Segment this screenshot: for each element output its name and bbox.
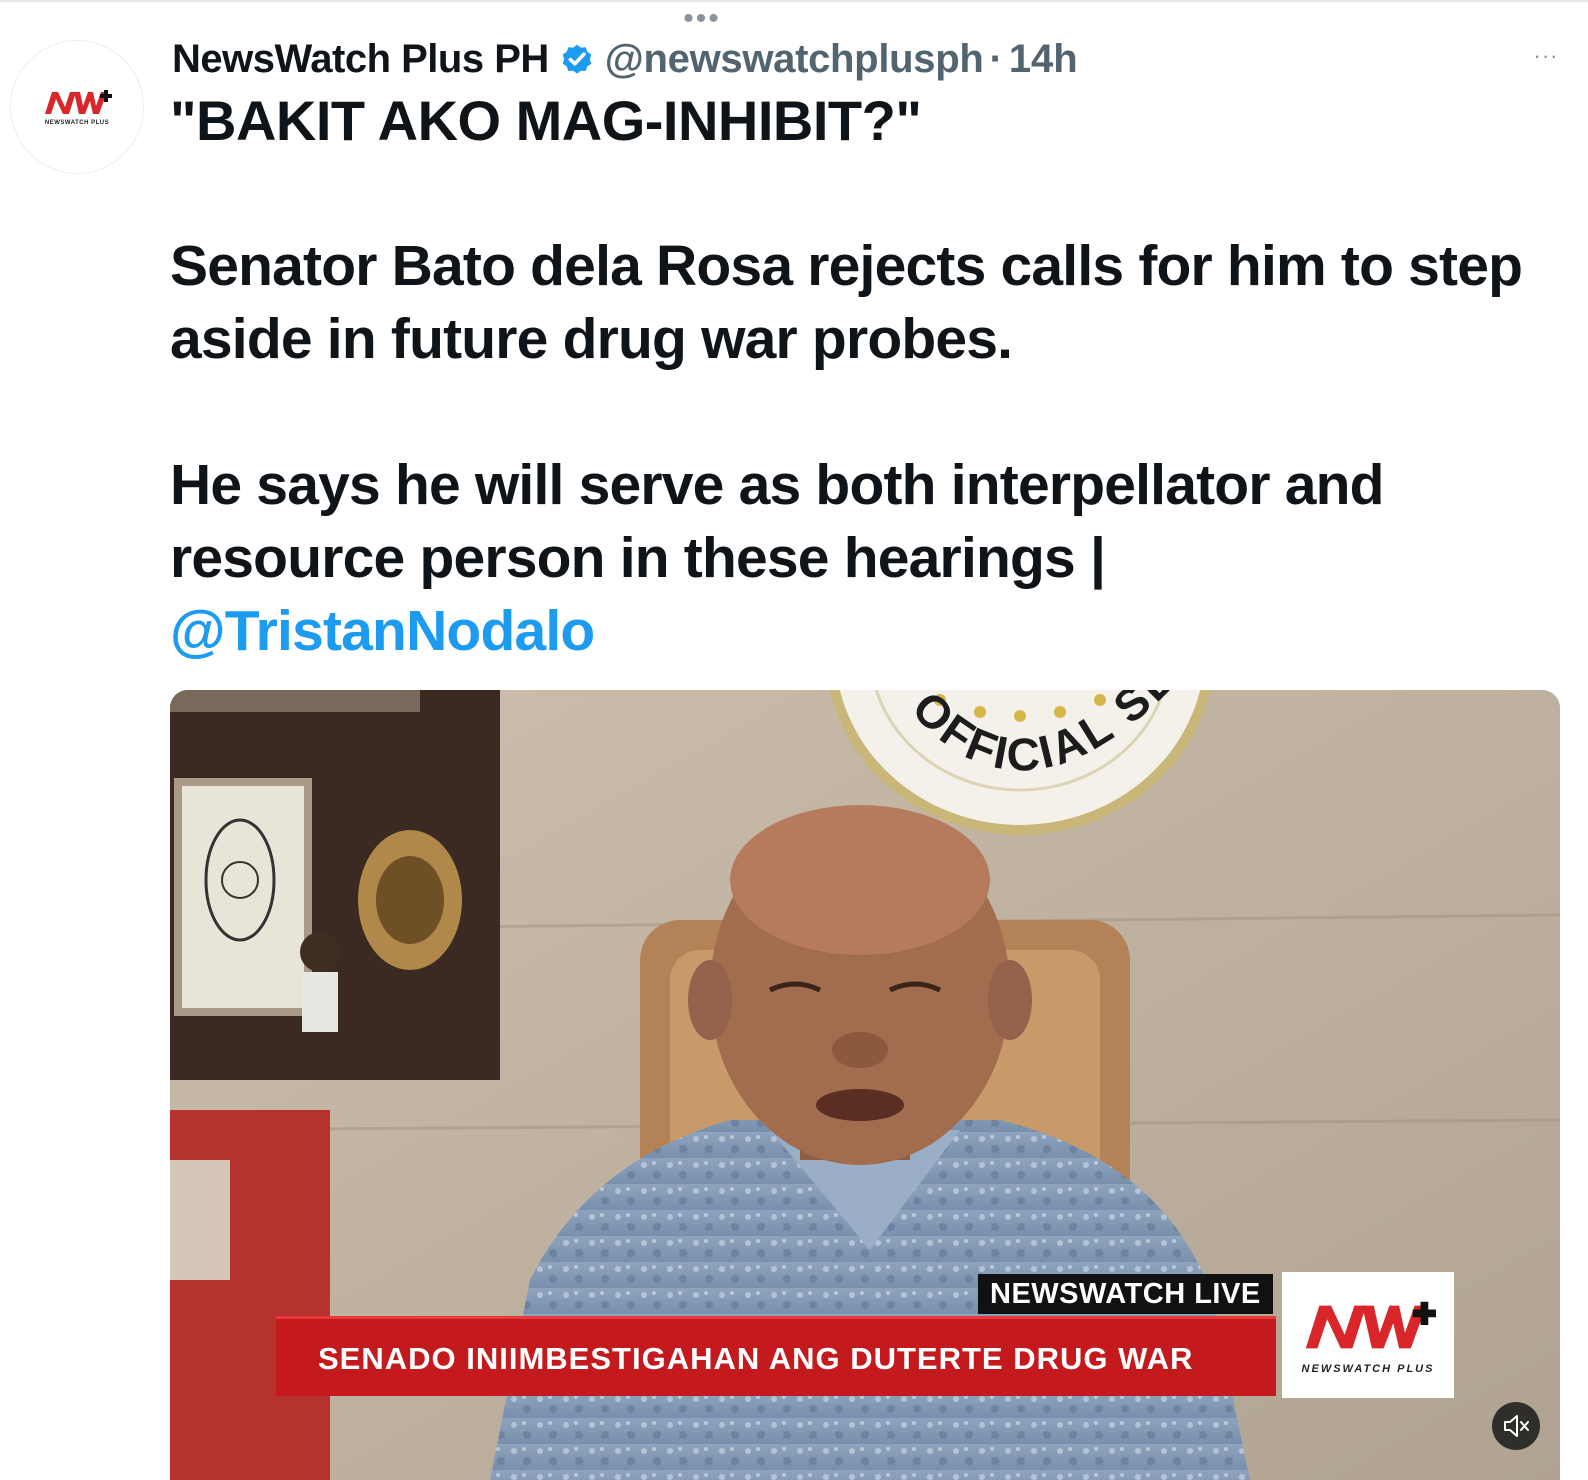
logo-subtext: NEWSWATCH PLUS xyxy=(1301,1363,1435,1375)
tweet-paragraph-2-text: He says he will serve as both interpella… xyxy=(170,453,1384,590)
display-name[interactable]: NewsWatch Plus PH xyxy=(172,37,549,82)
mention-link[interactable]: @TristanNodalo xyxy=(170,595,1560,668)
newswatch-plus-logo: NEWSWATCH PLUS xyxy=(1282,1272,1454,1398)
tweet-screenshot: ••• NEWSWATCH PLUS NewsWatch Plus PH @ne… xyxy=(0,0,1588,1480)
avatar-logo-subtext: NEWSWATCH PLUS xyxy=(44,120,110,126)
more-icon[interactable]: ··· xyxy=(1526,44,1566,68)
divider xyxy=(0,0,1588,2)
tweet-paragraph-2: He says he will serve as both interpella… xyxy=(170,449,1560,668)
verified-badge-icon[interactable] xyxy=(559,41,595,77)
separator-dot: · xyxy=(989,36,1003,81)
avatar[interactable]: NEWSWATCH PLUS xyxy=(10,40,144,174)
mute-icon[interactable] xyxy=(1492,1402,1540,1450)
timestamp[interactable]: 14h xyxy=(1009,37,1078,82)
overflow-dots[interactable]: ••• xyxy=(672,4,732,34)
news-ticker: SENADO INIIMBESTIGAHAN ANG DUTERTE DRUG … xyxy=(276,1316,1276,1396)
newswatch-logo-icon xyxy=(45,90,112,114)
newswatch-logo-icon xyxy=(1305,1301,1437,1349)
user-handle[interactable]: @newswatchplusph xyxy=(605,37,984,82)
tweet-text: "BAKIT AKO MAG-INHIBIT?" Senator Bato de… xyxy=(170,84,1560,668)
tweet-paragraph-1: Senator Bato dela Rosa rejects calls for… xyxy=(170,234,1523,371)
tweet-headline: "BAKIT AKO MAG-INHIBIT?" xyxy=(170,89,922,152)
video-player[interactable]: OFFICIAL SEAL xyxy=(170,690,1560,1480)
newswatch-live-tag: NEWSWATCH LIVE xyxy=(978,1274,1273,1314)
tweet-header: NewsWatch Plus PH @newswatchplusph · 14h xyxy=(172,34,1078,84)
